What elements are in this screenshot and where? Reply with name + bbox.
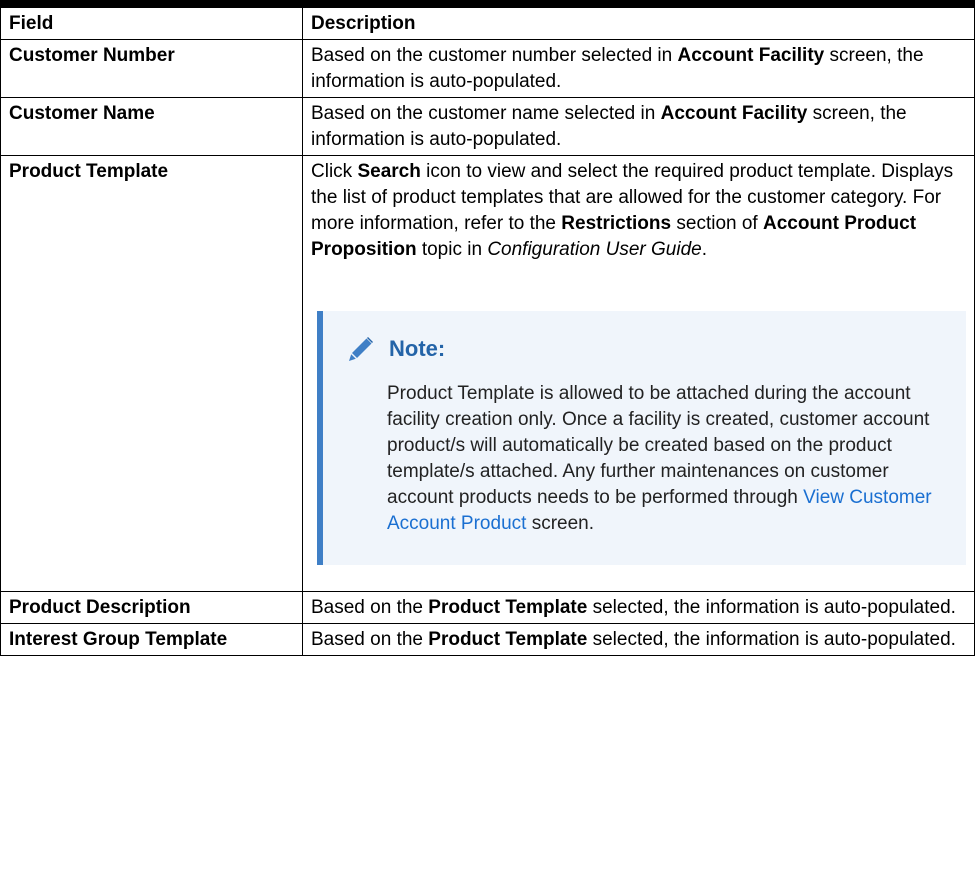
- field-name: Product Description: [0, 591, 303, 624]
- desc-text: Based on the: [311, 597, 429, 618]
- desc-italic: Configuration User Guide: [487, 239, 702, 260]
- desc-text: section of: [671, 213, 763, 234]
- field-name: Customer Name: [0, 97, 303, 156]
- desc-bold: Account Facility: [660, 103, 808, 124]
- field-description-table: Field Description Customer Number Based …: [0, 0, 975, 656]
- desc-bold: Restrictions: [561, 213, 672, 234]
- field-description: Based on the Product Template selected, …: [302, 623, 975, 656]
- table-row: Product Template Click Search icon to vi…: [0, 155, 975, 592]
- desc-text: selected, the information is auto-popula…: [587, 597, 956, 618]
- note-box: Note: Product Template is allowed to be …: [317, 311, 966, 565]
- desc-text: Based on the customer number selected in: [311, 45, 678, 66]
- desc-text: Based on the customer name selected in: [311, 103, 661, 124]
- table-row: Customer Number Based on the customer nu…: [0, 39, 975, 98]
- table-row: Customer Name Based on the customer name…: [0, 97, 975, 156]
- pencil-icon: [347, 335, 375, 363]
- field-description: Click Search icon to view and select the…: [302, 155, 975, 592]
- header-description: Description: [302, 0, 975, 40]
- field-description: Based on the customer number selected in…: [302, 39, 975, 98]
- document-page: Field Description Customer Number Based …: [0, 0, 977, 876]
- desc-text: selected, the information is auto-popula…: [587, 629, 956, 650]
- desc-text: Based on the: [311, 629, 429, 650]
- field-name: Product Template: [0, 155, 303, 592]
- note-text: screen.: [526, 513, 595, 534]
- header-field: Field: [0, 0, 303, 40]
- table-header-row: Field Description: [0, 0, 975, 40]
- table-row: Interest Group Template Based on the Pro…: [0, 623, 975, 656]
- note-body: Product Template is allowed to be attach…: [353, 381, 936, 537]
- field-description: Based on the customer name selected in A…: [302, 97, 975, 156]
- field-name: Interest Group Template: [0, 623, 303, 656]
- field-description: Based on the Product Template selected, …: [302, 591, 975, 624]
- desc-bold: Account Facility: [677, 45, 825, 66]
- field-name: Customer Number: [0, 39, 303, 98]
- note-header: Note:: [347, 335, 936, 363]
- desc-text: topic in: [416, 239, 488, 260]
- product-template-paragraph: Click Search icon to view and select the…: [311, 159, 966, 263]
- desc-bold: Product Template: [428, 629, 588, 650]
- desc-bold: Search: [357, 161, 421, 182]
- desc-text: Click: [311, 161, 358, 182]
- note-title: Note:: [389, 336, 446, 361]
- table-row: Product Description Based on the Product…: [0, 591, 975, 624]
- desc-text: .: [701, 239, 707, 260]
- desc-bold: Product Template: [428, 597, 588, 618]
